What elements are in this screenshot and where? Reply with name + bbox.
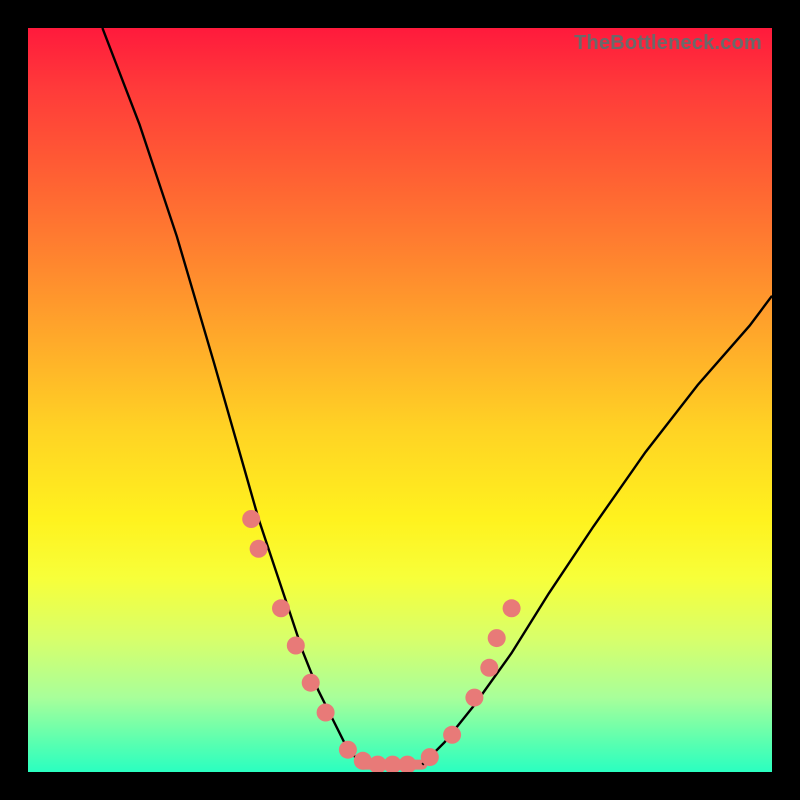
marker-dot <box>242 510 260 528</box>
chart-frame: TheBottleneck.com <box>0 0 800 800</box>
marker-dot <box>250 540 268 558</box>
plot-area: TheBottleneck.com <box>28 28 772 772</box>
marker-dot <box>339 741 357 759</box>
marker-dot <box>398 756 416 772</box>
marker-dot <box>465 689 483 707</box>
marker-dot <box>317 704 335 722</box>
marker-dot <box>272 599 290 617</box>
marker-dot <box>488 629 506 647</box>
marker-dot <box>480 659 498 677</box>
marker-dots <box>242 510 520 772</box>
marker-dot <box>503 599 521 617</box>
marker-dot <box>443 726 461 744</box>
left-curve-path <box>102 28 362 765</box>
marker-dot <box>287 637 305 655</box>
marker-dot <box>302 674 320 692</box>
curve-layer <box>28 28 772 772</box>
marker-dot <box>421 748 439 766</box>
